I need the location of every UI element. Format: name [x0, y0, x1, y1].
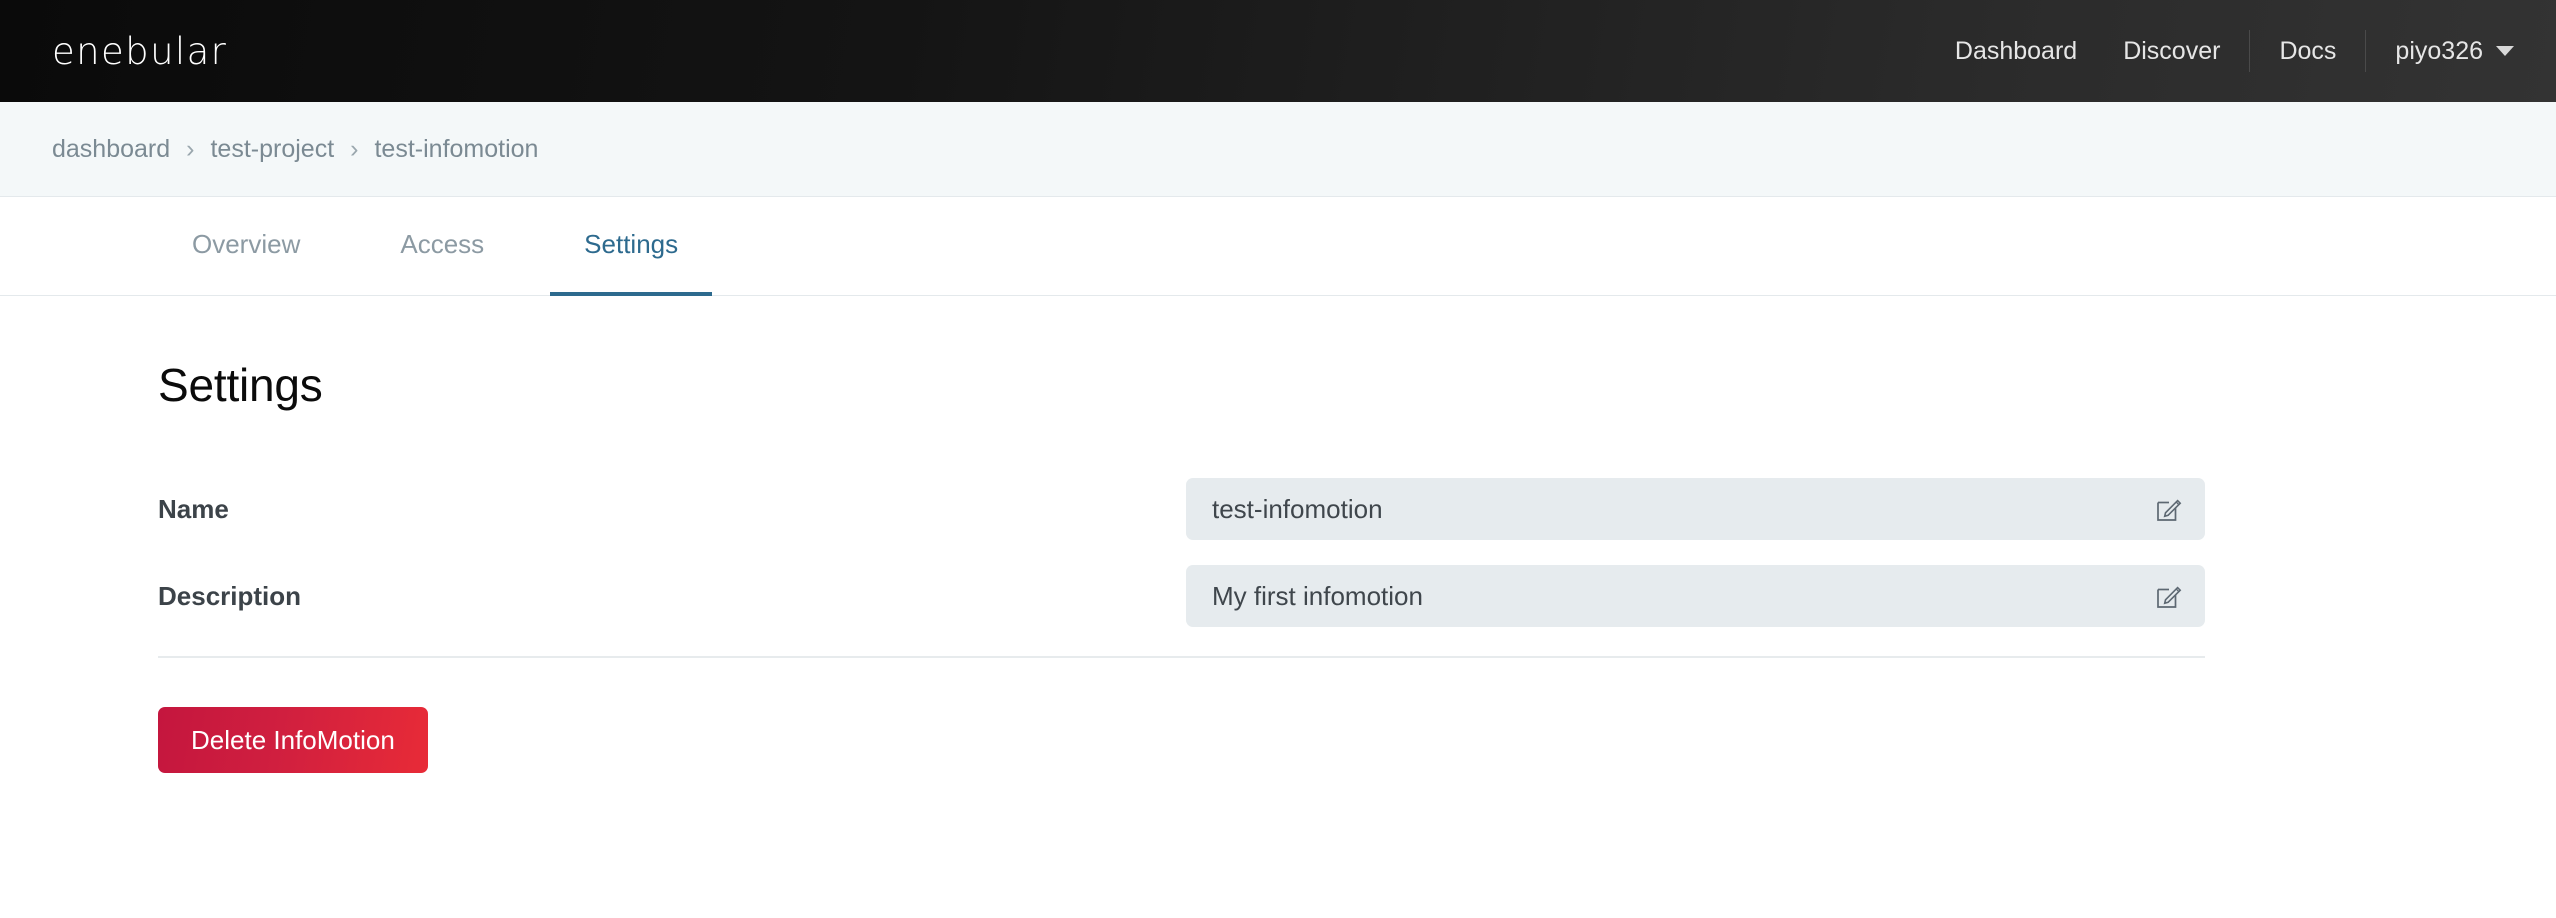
tab-access[interactable]: Access — [366, 197, 518, 296]
delete-infomotion-button[interactable]: Delete InfoMotion — [158, 707, 428, 773]
nav-link-docs[interactable]: Docs — [2256, 39, 2359, 64]
description-field-value: My first infomotion — [1212, 581, 1423, 612]
description-label: Description — [158, 581, 1186, 612]
description-field[interactable]: My first infomotion — [1186, 565, 2205, 627]
nav-link-discover[interactable]: Discover — [2100, 39, 2243, 64]
chevron-down-icon — [2496, 46, 2514, 56]
pencil-square-icon[interactable] — [2155, 495, 2183, 523]
breadcrumb-item-infomotion[interactable]: test-infomotion — [374, 135, 538, 164]
name-label: Name — [158, 494, 1186, 525]
top-nav-links: Dashboard Discover Docs piyo326 — [1932, 0, 2520, 102]
tab-bar: Overview Access Settings — [0, 197, 2556, 296]
user-menu-label: piyo326 — [2395, 37, 2483, 66]
breadcrumb-bar: dashboard › test-project › test-infomoti… — [0, 102, 2556, 197]
breadcrumb-item-project[interactable]: test-project — [210, 135, 334, 164]
breadcrumb-separator: › — [350, 137, 358, 162]
nav-divider — [2365, 30, 2366, 72]
settings-form: Name test-infomotion Description My firs… — [158, 478, 2205, 773]
enebular-logo[interactable]: enebular — [52, 33, 227, 70]
top-navigation-bar: enebular Dashboard Discover Docs piyo326 — [0, 0, 2556, 102]
form-row-name: Name test-infomotion — [158, 478, 2205, 540]
breadcrumb-separator: › — [186, 137, 194, 162]
tab-overview[interactable]: Overview — [158, 197, 334, 296]
user-menu[interactable]: piyo326 — [2372, 37, 2520, 66]
name-field-value: test-infomotion — [1212, 494, 1383, 525]
pencil-square-icon[interactable] — [2155, 582, 2183, 610]
breadcrumb-item-dashboard[interactable]: dashboard — [52, 135, 170, 164]
nav-divider — [2249, 30, 2250, 72]
page-title: Settings — [158, 358, 2556, 412]
nav-link-dashboard[interactable]: Dashboard — [1932, 39, 2100, 64]
form-divider — [158, 656, 2205, 658]
form-row-description: Description My first infomotion — [158, 565, 2205, 627]
tab-settings[interactable]: Settings — [550, 197, 712, 296]
name-field[interactable]: test-infomotion — [1186, 478, 2205, 540]
main-content: Settings Name test-infomotion Descriptio… — [0, 358, 2556, 773]
